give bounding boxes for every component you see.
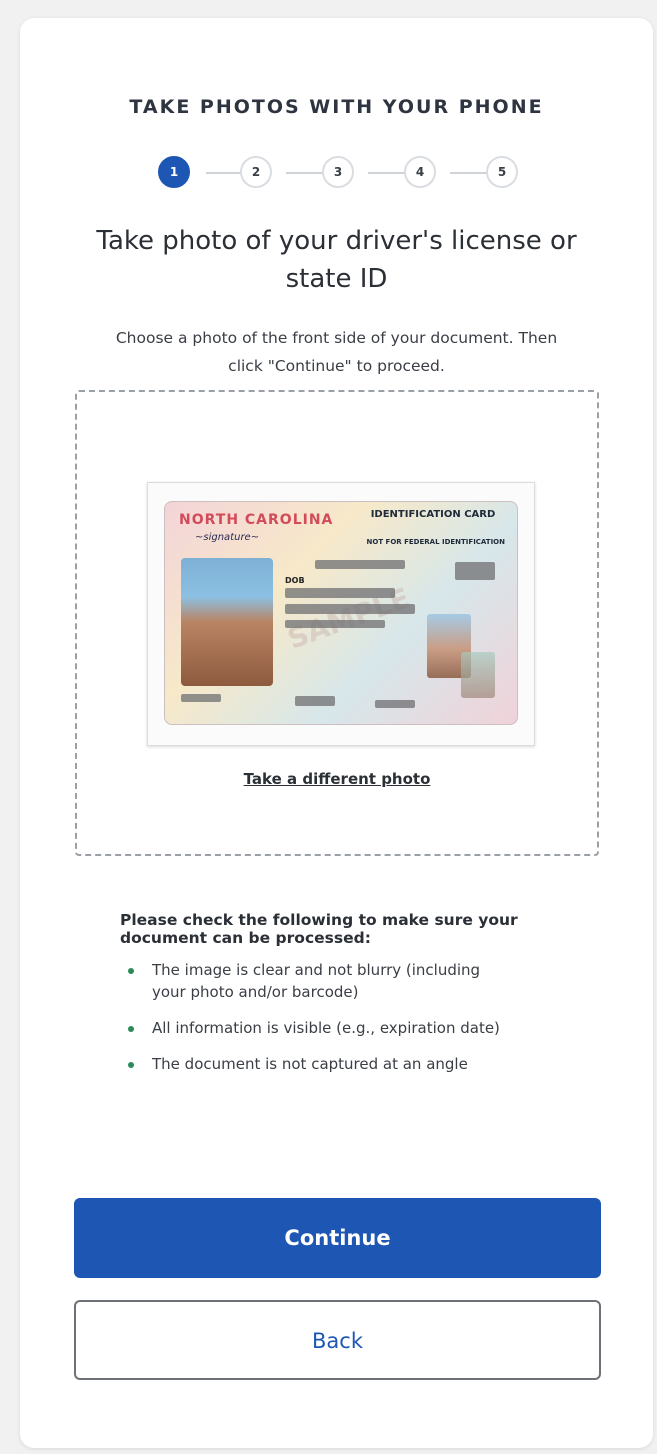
checklist-item: The document is not captured at an angle (120, 1053, 482, 1075)
page-eyebrow: TAKE PHOTOS WITH YOUR PHONE (129, 96, 544, 118)
checklist-items: The image is clear and not blurry (inclu… (120, 959, 600, 1075)
take-different-photo-link[interactable]: Take a different photo (77, 770, 597, 788)
checklist-heading: Please check the following to make sure … (120, 911, 518, 947)
id-ghost-image (461, 652, 495, 698)
step-4: 4 (404, 156, 436, 188)
id-portrait (181, 558, 273, 686)
checklist-item: The image is clear and not blurry (inclu… (120, 959, 512, 1003)
redacted-field (315, 560, 405, 569)
id-state-name: NORTH CAROLINA (179, 512, 334, 528)
checklist-item-text: The document is not captured at an angle (152, 1055, 468, 1073)
redacted-field (285, 604, 415, 614)
bullet-icon (128, 968, 134, 974)
photo-dropzone[interactable]: NORTH CAROLINA ~signature~ IDENTIFICATIO… (75, 390, 599, 856)
redacted-field (181, 694, 221, 702)
id-signature: ~signature~ (195, 532, 260, 543)
bullet-icon (128, 1062, 134, 1068)
page-title: Take photo of your driver's license or s… (96, 226, 577, 294)
checklist-item-text: All information is visible (e.g., expira… (152, 1019, 500, 1037)
instructions-text: Choose a photo of the front side of your… (115, 329, 558, 375)
document-checklist: Please check the following to make sure … (120, 911, 600, 1089)
id-dob-label: DOB (285, 576, 305, 585)
checklist-item: All information is visible (e.g., expira… (120, 1017, 512, 1039)
id-heading: IDENTIFICATION CARD (370, 509, 496, 520)
step-2: 2 (240, 156, 272, 188)
checklist-item-text: The image is clear and not blurry (inclu… (152, 961, 481, 1001)
redacted-field (375, 700, 415, 708)
step-5: 5 (486, 156, 518, 188)
id-photo-preview: NORTH CAROLINA ~signature~ IDENTIFICATIO… (147, 482, 535, 746)
step-indicator: 1 2 3 4 5 (20, 154, 653, 194)
redacted-field (285, 620, 385, 628)
capture-card: TAKE PHOTOS WITH YOUR PHONE 1 2 3 4 5 Ta… (20, 18, 653, 1448)
redacted-field (295, 696, 335, 706)
id-card-image: NORTH CAROLINA ~signature~ IDENTIFICATIO… (164, 501, 518, 725)
bullet-icon (128, 1026, 134, 1032)
continue-button[interactable]: Continue (74, 1198, 601, 1278)
step-3: 3 (322, 156, 354, 188)
back-button[interactable]: Back (74, 1300, 601, 1380)
redacted-field (455, 562, 495, 580)
step-1: 1 (158, 156, 190, 188)
id-subheading: NOT FOR FEDERAL IDENTIFICATION (366, 538, 505, 546)
redacted-field (285, 588, 395, 598)
